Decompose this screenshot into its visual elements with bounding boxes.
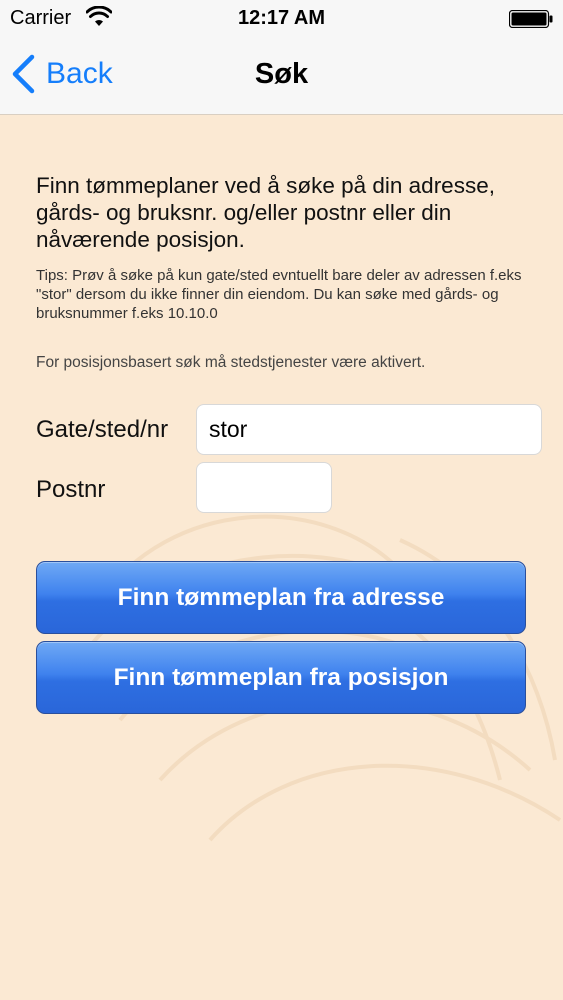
- tips-text: Tips: Prøv å søke på kun gate/sted evntu…: [36, 267, 522, 322]
- status-time: 12:17 AM: [237, 7, 326, 29]
- navigation-bar: Back Søk: [0, 38, 563, 115]
- postnr-input[interactable]: [196, 462, 332, 513]
- street-input[interactable]: [196, 404, 542, 455]
- street-label: Gate/sted/nr: [36, 416, 169, 443]
- status-bar: Carrier 12:17 AM: [0, 0, 563, 38]
- find-by-position-button[interactable]: Finn tømmeplan fra posisjon: [36, 641, 526, 714]
- find-by-address-button[interactable]: Finn tømmeplan fra adresse: [36, 561, 526, 634]
- location-services-note: For posisjonsbasert søk må stedstjeneste…: [36, 354, 426, 371]
- page-title: Søk: [254, 58, 309, 90]
- intro-text: Finn tømmeplaner ved å søke på din adres…: [36, 173, 495, 252]
- postnr-label: Postnr: [36, 476, 106, 503]
- battery-icon: [509, 10, 553, 28]
